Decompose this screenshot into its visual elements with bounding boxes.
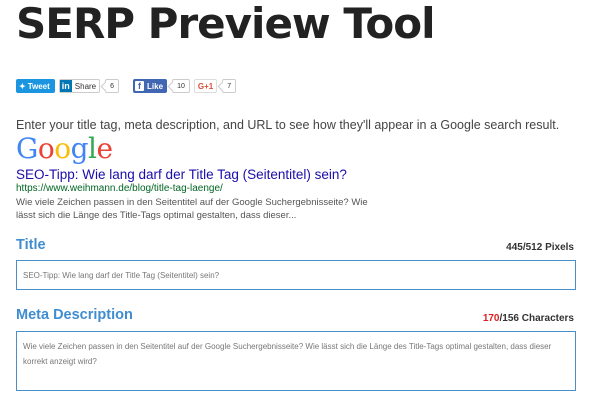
- facebook-icon: f: [135, 81, 145, 91]
- meta-description-character-count: 170: [482, 313, 500, 324]
- facebook-count: 10: [172, 79, 190, 93]
- page-title: SERP Preview Tool: [16, 0, 436, 48]
- serp-preview-description: Wie viele Zeichen passen in den Seitenti…: [16, 197, 368, 221]
- linkedin-icon: in: [59, 80, 72, 92]
- linkedin-count: 6: [105, 79, 120, 93]
- title-pixel-limit: /512 Pixels: [522, 242, 574, 253]
- meta-description-character-counter: 170/156 Characters: [483, 313, 574, 324]
- share-bar: ✦ Tweet in Share 6 f Like 10 G+1 7: [16, 79, 237, 93]
- title-pixel-counter: 445/512 Pixels: [506, 242, 574, 253]
- twitter-bird-icon: ✦: [19, 81, 26, 91]
- gplus-button[interactable]: G+1: [193, 79, 218, 93]
- instructions-text: Enter your title tag, meta description, …: [16, 118, 560, 132]
- meta-description-input[interactable]: Wie viele Zeichen passen in den Seitenti…: [16, 331, 576, 391]
- tweet-button[interactable]: ✦ Tweet: [16, 79, 55, 93]
- meta-description-section-label: Meta Description: [16, 307, 133, 323]
- facebook-label: Like: [147, 81, 164, 91]
- tweet-label: Tweet: [27, 81, 50, 91]
- linkedin-label: Share: [74, 81, 97, 91]
- title-input[interactable]: SEO-Tipp: Wie lang darf der Title Tag (S…: [16, 260, 576, 290]
- linkedin-share-button[interactable]: in Share: [58, 79, 101, 93]
- google-logo: Google: [16, 132, 113, 165]
- title-section-label: Title: [16, 237, 46, 253]
- title-pixel-count: 445: [506, 242, 523, 253]
- serp-preview-title[interactable]: SEO-Tipp: Wie lang darf der Title Tag (S…: [16, 167, 347, 182]
- gplus-count: 7: [222, 79, 237, 93]
- serp-preview-url: https://www.weihmann.de/blog/title-tag-l…: [16, 183, 223, 194]
- meta-description-character-limit: /156 Characters: [499, 313, 575, 324]
- facebook-like-button[interactable]: f Like: [133, 79, 168, 93]
